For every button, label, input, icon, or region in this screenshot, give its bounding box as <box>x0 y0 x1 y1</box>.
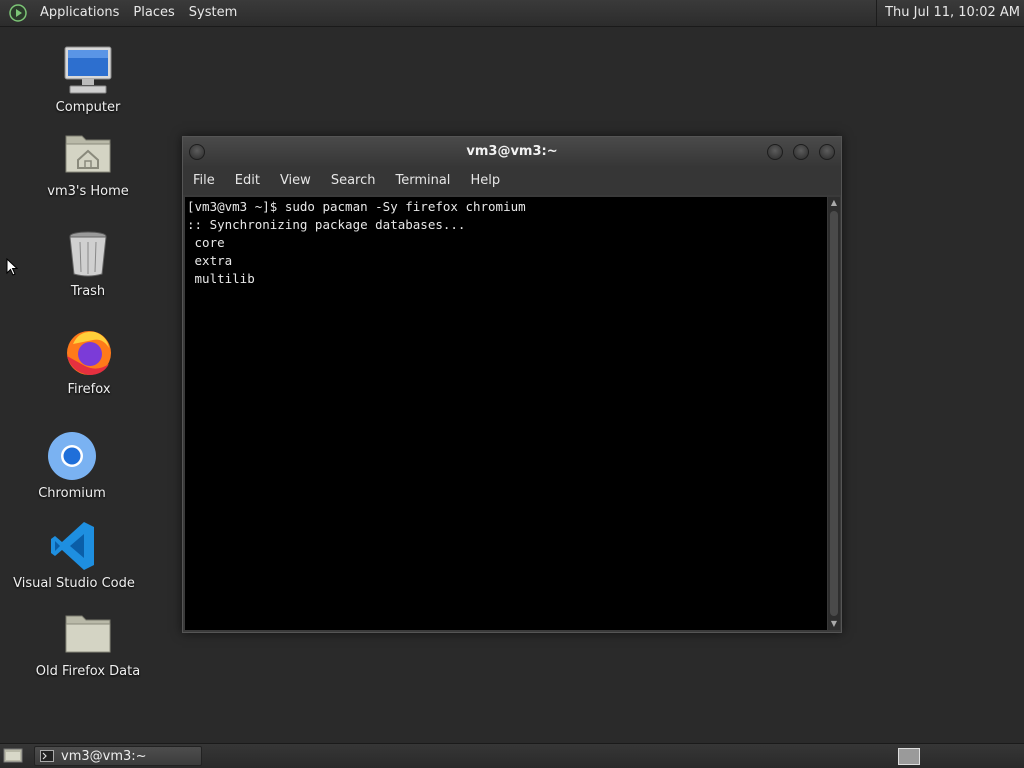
top-panel: Applications Places System Thu Jul 11, 1… <box>0 0 1024 27</box>
terminal-menubar: File Edit View Search Terminal Help <box>183 167 841 195</box>
minimize-button[interactable] <box>767 144 783 160</box>
clock[interactable]: Thu Jul 11, 10:02 AM <box>876 0 1020 26</box>
terminal-line: extra <box>187 253 233 268</box>
terminal-line: [vm3@vm3 ~]$ sudo pacman -Sy firefox chr… <box>187 199 526 214</box>
show-desktop-icon[interactable] <box>3 747 23 764</box>
taskbar-button-label: vm3@vm3:~ <box>61 749 147 764</box>
desktop-icon-label: Old Firefox Data <box>35 664 141 679</box>
window-menu-button[interactable] <box>189 144 205 160</box>
desktop-icon-old-firefox-data[interactable]: Old Firefox Data <box>18 608 158 680</box>
desktop-icon-label: Chromium <box>38 486 106 501</box>
window-title: vm3@vm3:~ <box>466 144 558 159</box>
chromium-icon <box>48 432 96 480</box>
maximize-button[interactable] <box>793 144 809 160</box>
desktop-icon-vscode[interactable]: Visual Studio Code <box>4 520 144 592</box>
scroll-up-icon[interactable]: ▲ <box>828 197 840 209</box>
menu-edit[interactable]: Edit <box>225 167 270 195</box>
menu-file[interactable]: File <box>183 167 225 195</box>
home-folder-icon <box>65 135 111 173</box>
menu-view[interactable]: View <box>270 167 321 195</box>
places-menu[interactable]: Places <box>126 0 181 26</box>
menu-help[interactable]: Help <box>460 167 510 195</box>
desktop-icon-label: Firefox <box>67 382 111 397</box>
desktop-icon-label: vm3's Home <box>47 184 129 199</box>
desktop-icon-computer[interactable]: Computer <box>18 44 158 116</box>
desktop-icon-label: Visual Studio Code <box>13 576 135 591</box>
desktop-icon-trash[interactable]: Trash <box>18 228 158 300</box>
terminal-output[interactable]: [vm3@vm3 ~]$ sudo pacman -Sy firefox chr… <box>185 197 827 630</box>
window-titlebar[interactable]: vm3@vm3:~ <box>183 137 841 167</box>
workspace-switcher[interactable] <box>898 748 920 765</box>
applications-menu-icon[interactable] <box>9 4 27 22</box>
terminal-line: :: Synchronizing package databases... <box>187 217 466 232</box>
mouse-cursor-icon <box>6 258 18 276</box>
applications-menu[interactable]: Applications <box>33 0 126 26</box>
firefox-icon <box>67 331 111 375</box>
vscode-icon <box>51 522 94 570</box>
menu-terminal[interactable]: Terminal <box>385 167 460 195</box>
folder-icon <box>65 615 111 653</box>
scrollbar-thumb[interactable] <box>830 211 838 616</box>
computer-icon <box>64 46 112 94</box>
terminal-icon <box>40 750 54 762</box>
desktop-icon-chromium[interactable]: Chromium <box>2 430 142 502</box>
terminal-window[interactable]: vm3@vm3:~ File Edit View Search Terminal… <box>182 136 842 633</box>
terminal-line: multilib <box>187 271 255 286</box>
terminal-scrollbar[interactable]: ▲ ▼ <box>828 197 840 630</box>
desktop-icon-firefox[interactable]: Firefox <box>19 326 159 398</box>
bottom-panel: vm3@vm3:~ <box>0 743 1024 768</box>
system-menu[interactable]: System <box>182 0 244 26</box>
terminal-line: core <box>187 235 225 250</box>
trash-icon <box>69 231 107 277</box>
desktop-icon-home[interactable]: vm3's Home <box>18 128 158 200</box>
taskbar-terminal-button[interactable]: vm3@vm3:~ <box>34 746 202 766</box>
desktop-icon-label: Trash <box>70 284 106 299</box>
close-button[interactable] <box>819 144 835 160</box>
scroll-down-icon[interactable]: ▼ <box>828 618 840 630</box>
menu-search[interactable]: Search <box>321 167 386 195</box>
desktop-icon-label: Computer <box>55 100 121 115</box>
